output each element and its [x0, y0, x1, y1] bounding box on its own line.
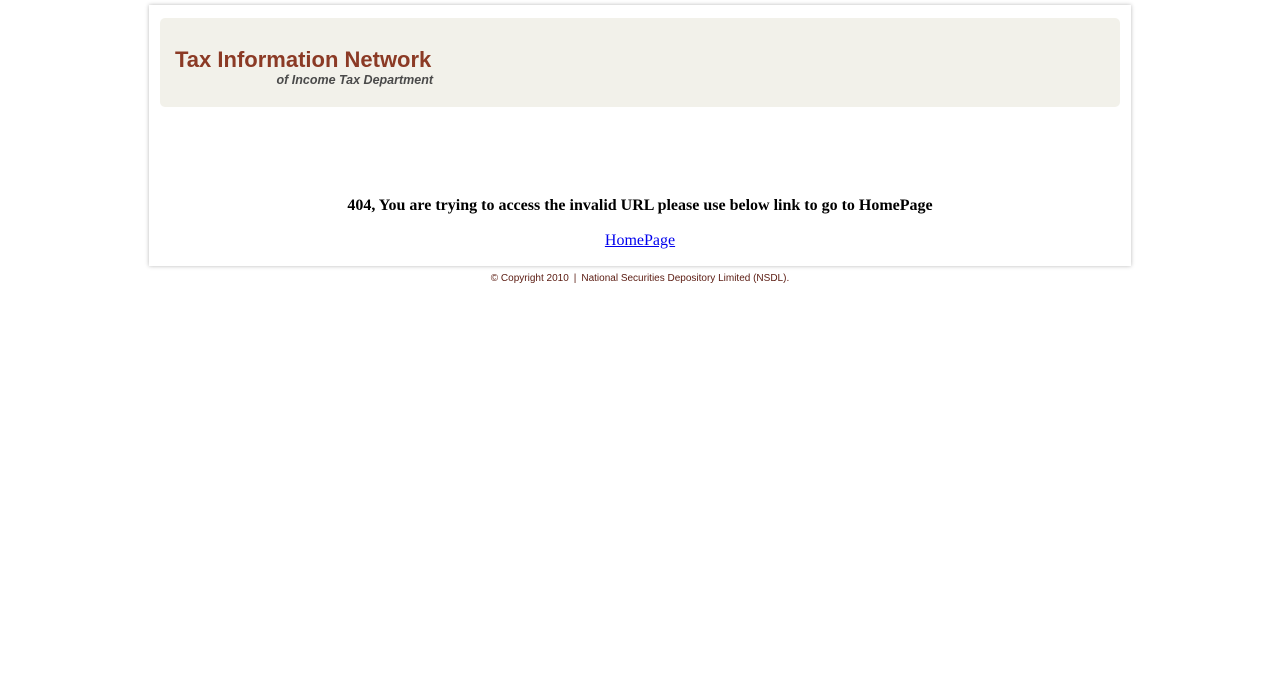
footer: © Copyright 2010 | National Securities Dep… [149, 272, 1131, 286]
footer-separator: | [573, 273, 577, 284]
logo-title: Tax Information Network [175, 47, 432, 72]
homepage-link-container: HomePage [149, 231, 1131, 251]
logo-subtitle: of Income Tax Department [276, 73, 433, 87]
footer-organization: National Securities Depository Limited (… [581, 273, 790, 284]
page-card: Tax Information Network of Income Tax De… [149, 5, 1131, 266]
header-banner: Tax Information Network of Income Tax De… [160, 18, 1120, 107]
homepage-link[interactable]: HomePage [605, 232, 675, 249]
footer-copyright: © Copyright 2010 [490, 273, 569, 284]
error-message: 404, You are trying to access the invali… [347, 197, 933, 214]
site-logo: Tax Information Network of Income Tax De… [175, 47, 435, 87]
